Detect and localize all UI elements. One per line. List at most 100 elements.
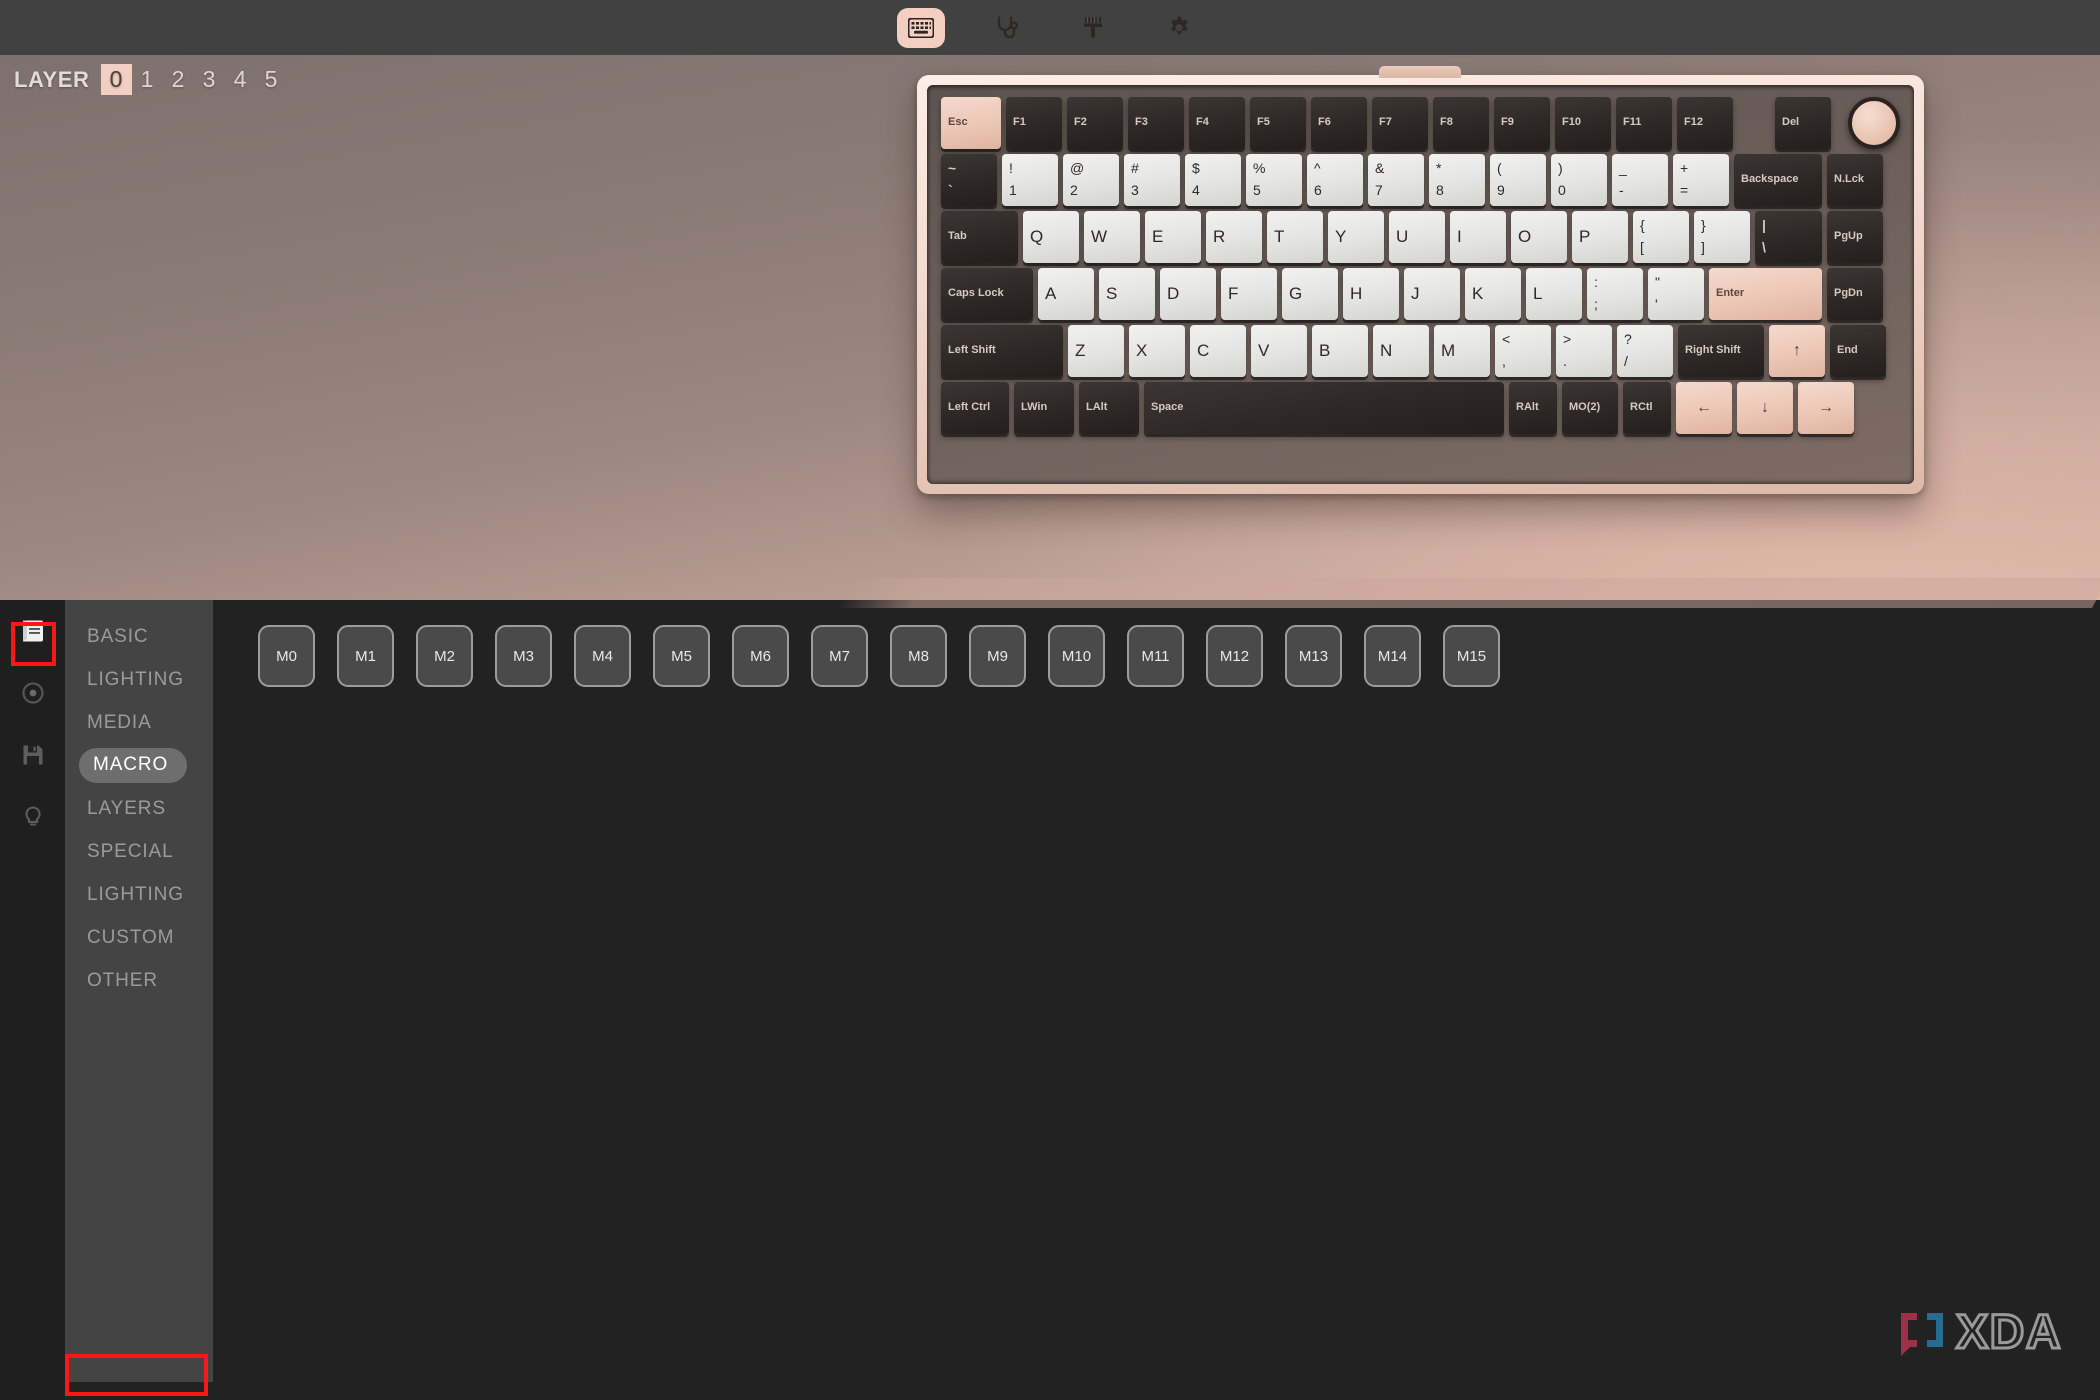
key-mo-2-[interactable]: MO(2): [1562, 382, 1618, 434]
key-pgdn[interactable]: PgDn: [1827, 268, 1883, 320]
category-item-lighting-2[interactable]: LIGHTING: [65, 873, 213, 916]
key-a[interactable]: A: [1038, 268, 1094, 320]
key-c[interactable]: C: [1190, 325, 1246, 377]
key-s[interactable]: S: [1099, 268, 1155, 320]
key-f3[interactable]: F3: [1128, 97, 1184, 149]
category-item-special[interactable]: SPECIAL: [65, 830, 213, 873]
key-g[interactable]: G: [1282, 268, 1338, 320]
key-i[interactable]: I: [1450, 211, 1506, 263]
key--[interactable]: } ]: [1694, 211, 1750, 263]
key--8[interactable]: * 8: [1429, 154, 1485, 206]
key-caps-lock[interactable]: Caps Lock: [941, 268, 1033, 320]
key-o[interactable]: O: [1511, 211, 1567, 263]
key--3[interactable]: # 3: [1124, 154, 1180, 206]
key--[interactable]: ↓: [1737, 382, 1793, 434]
key--[interactable]: < ,: [1495, 325, 1551, 377]
macro-button-m8[interactable]: M8: [890, 625, 947, 687]
category-item-layers[interactable]: LAYERS: [65, 787, 213, 830]
key-rctl[interactable]: RCtl: [1623, 382, 1671, 434]
layer-button-5[interactable]: 5: [256, 64, 287, 95]
key-t[interactable]: T: [1267, 211, 1323, 263]
key--[interactable]: { [: [1633, 211, 1689, 263]
layer-button-4[interactable]: 4: [225, 64, 256, 95]
key-e[interactable]: E: [1145, 211, 1201, 263]
key-tab[interactable]: Tab: [941, 211, 1018, 263]
key-f11[interactable]: F11: [1616, 97, 1672, 149]
key--[interactable]: ? /: [1617, 325, 1673, 377]
key-f7[interactable]: F7: [1372, 97, 1428, 149]
record-icon[interactable]: [16, 676, 50, 710]
key--[interactable]: ~ `: [941, 154, 997, 206]
key-f4[interactable]: F4: [1189, 97, 1245, 149]
category-item-lighting[interactable]: LIGHTING: [65, 658, 213, 701]
key-f10[interactable]: F10: [1555, 97, 1611, 149]
layer-button-1[interactable]: 1: [132, 64, 163, 95]
macro-button-m4[interactable]: M4: [574, 625, 631, 687]
macro-button-m9[interactable]: M9: [969, 625, 1026, 687]
key-f8[interactable]: F8: [1433, 97, 1489, 149]
key-left-shift[interactable]: Left Shift: [941, 325, 1063, 377]
book-icon[interactable]: [16, 614, 50, 648]
key-n-lck[interactable]: N.Lck: [1827, 154, 1883, 206]
key-d[interactable]: D: [1160, 268, 1216, 320]
key-v[interactable]: V: [1251, 325, 1307, 377]
key-f12[interactable]: F12: [1677, 97, 1733, 149]
rotary-knob[interactable]: [1848, 97, 1900, 149]
layer-button-3[interactable]: 3: [194, 64, 225, 95]
category-item-macro[interactable]: MACRO: [65, 744, 213, 787]
key-esc[interactable]: Esc: [941, 97, 1001, 149]
key--[interactable]: | \: [1755, 211, 1822, 263]
layer-button-2[interactable]: 2: [163, 64, 194, 95]
key--[interactable]: ↑: [1769, 325, 1825, 377]
key-y[interactable]: Y: [1328, 211, 1384, 263]
key-end[interactable]: End: [1830, 325, 1886, 377]
key-l[interactable]: L: [1526, 268, 1582, 320]
key--0[interactable]: ) 0: [1551, 154, 1607, 206]
key--[interactable]: > .: [1556, 325, 1612, 377]
paintbrush-icon[interactable]: [1069, 8, 1117, 48]
gear-icon[interactable]: [1155, 8, 1203, 48]
key-f5[interactable]: F5: [1250, 97, 1306, 149]
key--[interactable]: + =: [1673, 154, 1729, 206]
key-f1[interactable]: F1: [1006, 97, 1062, 149]
macro-button-m13[interactable]: M13: [1285, 625, 1342, 687]
macro-button-m14[interactable]: M14: [1364, 625, 1421, 687]
key-ralt[interactable]: RAlt: [1509, 382, 1557, 434]
key-p[interactable]: P: [1572, 211, 1628, 263]
macro-button-m6[interactable]: M6: [732, 625, 789, 687]
key-u[interactable]: U: [1389, 211, 1445, 263]
key--[interactable]: →: [1798, 382, 1854, 434]
key-f2[interactable]: F2: [1067, 97, 1123, 149]
key--6[interactable]: ^ 6: [1307, 154, 1363, 206]
keyboard-icon[interactable]: [897, 7, 945, 48]
category-item-basic[interactable]: BASIC: [65, 615, 213, 658]
key--5[interactable]: % 5: [1246, 154, 1302, 206]
key-lalt[interactable]: LAlt: [1079, 382, 1139, 434]
macro-button-m5[interactable]: M5: [653, 625, 710, 687]
macro-button-m0[interactable]: M0: [258, 625, 315, 687]
macro-button-m15[interactable]: M15: [1443, 625, 1500, 687]
key-z[interactable]: Z: [1068, 325, 1124, 377]
key-k[interactable]: K: [1465, 268, 1521, 320]
key--[interactable]: _ -: [1612, 154, 1668, 206]
key--[interactable]: ←: [1676, 382, 1732, 434]
key-del[interactable]: Del: [1775, 97, 1831, 149]
macro-button-m7[interactable]: M7: [811, 625, 868, 687]
key-j[interactable]: J: [1404, 268, 1460, 320]
key--1[interactable]: ! 1: [1002, 154, 1058, 206]
key-x[interactable]: X: [1129, 325, 1185, 377]
macro-button-m12[interactable]: M12: [1206, 625, 1263, 687]
save-icon[interactable]: [16, 738, 50, 772]
stethoscope-icon[interactable]: [983, 8, 1031, 48]
key-f[interactable]: F: [1221, 268, 1277, 320]
key-w[interactable]: W: [1084, 211, 1140, 263]
key-h[interactable]: H: [1343, 268, 1399, 320]
key-q[interactable]: Q: [1023, 211, 1079, 263]
lightbulb-icon[interactable]: [16, 800, 50, 834]
key-b[interactable]: B: [1312, 325, 1368, 377]
key--[interactable]: " ': [1648, 268, 1704, 320]
key--9[interactable]: ( 9: [1490, 154, 1546, 206]
key-n[interactable]: N: [1373, 325, 1429, 377]
category-item-custom[interactable]: CUSTOM: [65, 916, 213, 959]
category-item-media[interactable]: MEDIA: [65, 701, 213, 744]
